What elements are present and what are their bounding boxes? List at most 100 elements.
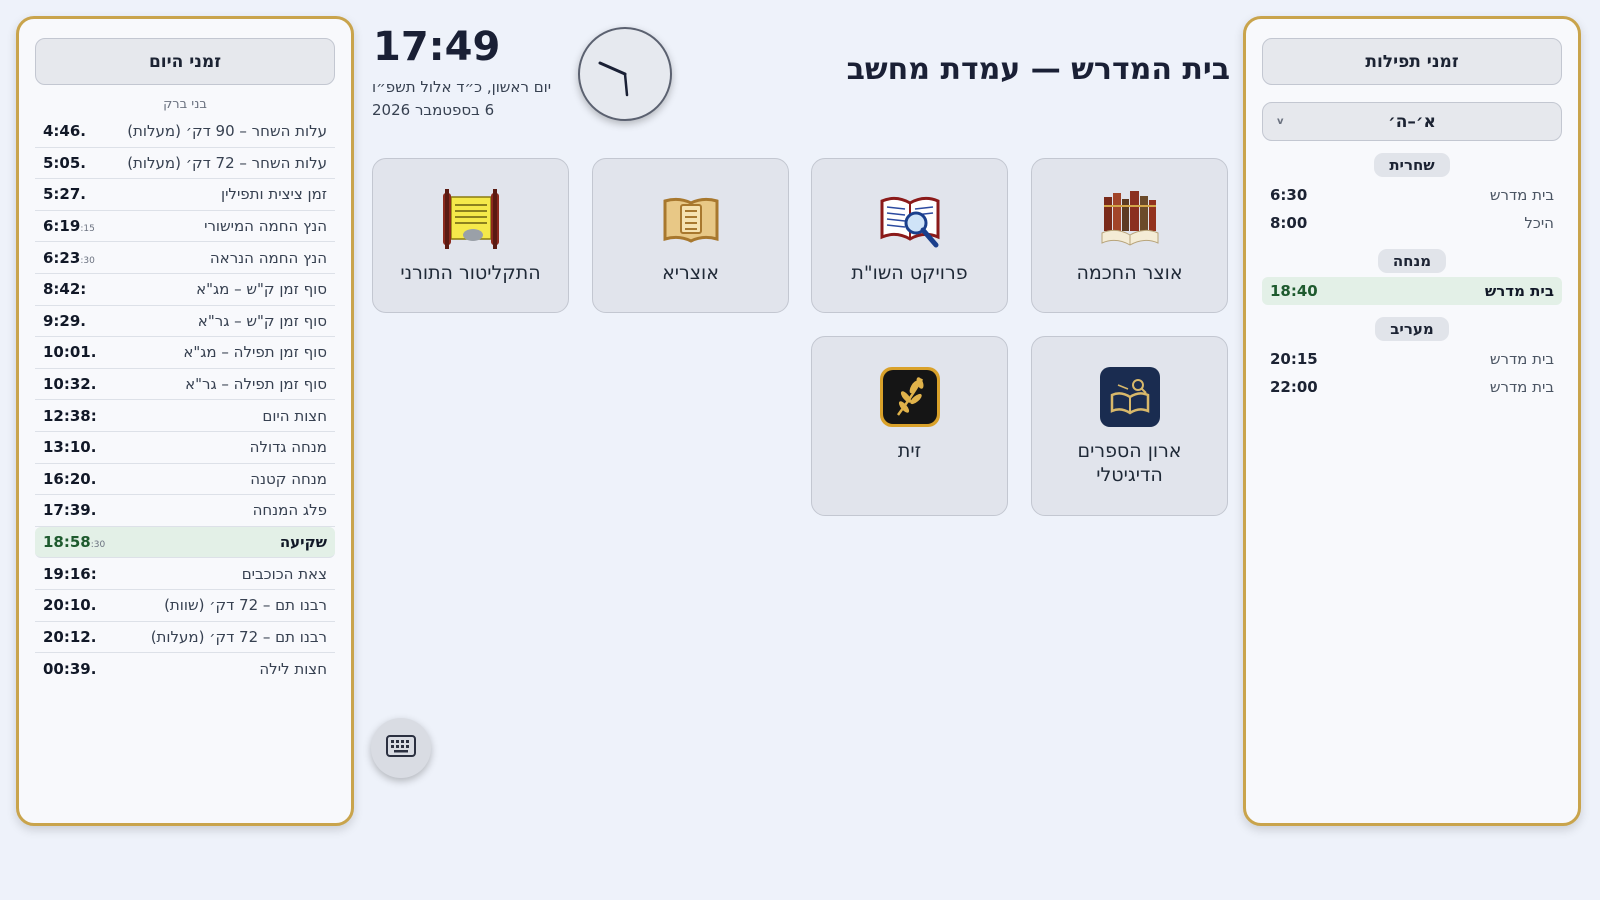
zman-row: סוף זמן תפילה – מג"א 10:01. bbox=[35, 337, 335, 369]
section-shacharit: שחרית bbox=[1374, 153, 1450, 177]
zman-time: 4:46. bbox=[43, 122, 87, 141]
zman-name: סוף זמן ק"ש – מג"א bbox=[196, 280, 327, 299]
prayer-row-next: בית מדרש 18:40 bbox=[1262, 277, 1562, 305]
zman-row: הנץ החמה המישורי 6:19:15 bbox=[35, 211, 335, 243]
zman-name: סוף זמן תפילה – גר"א bbox=[185, 375, 327, 394]
zman-row-current: שקיעה 18:58:30 bbox=[35, 526, 335, 559]
day-selector-dropdown[interactable]: א׳–ה׳ v bbox=[1262, 102, 1562, 141]
zman-name: מנחה גדולה bbox=[249, 438, 327, 457]
zman-name: חצות לילה bbox=[259, 659, 327, 678]
zman-name: עלות השחר – 72 דק׳ (מעלות) bbox=[127, 153, 327, 172]
zman-time: 5:27. bbox=[43, 185, 87, 204]
zman-time: 18:58:30 bbox=[43, 533, 106, 552]
zman-row: מנחה קטנה 16:20. bbox=[35, 464, 335, 496]
prayer-place: בית מדרש bbox=[1484, 282, 1554, 300]
page-title: בית המדרש — עמדת מחשב bbox=[846, 52, 1230, 87]
keyboard-icon bbox=[386, 735, 416, 761]
zman-row: רבנו תם – 72 דק׳ (שוות) 20:10. bbox=[35, 590, 335, 622]
prayer-time: 18:40 bbox=[1270, 282, 1318, 300]
zmanim-panel: זמני היום בני ברק עלות השחר – 90 דק׳ (מע… bbox=[16, 16, 354, 826]
zman-time: 16:20. bbox=[43, 469, 97, 488]
app-tile-shut-project[interactable]: פרויקט השו"ת bbox=[811, 158, 1008, 313]
prayer-row: היכל 8:00 bbox=[1262, 209, 1562, 237]
zman-name: פלג המנחה bbox=[252, 501, 327, 520]
zman-name: זמן ציצית ותפילין bbox=[220, 185, 327, 204]
zman-time: 19:16: bbox=[43, 564, 97, 583]
zman-name: חצות היום bbox=[262, 406, 327, 425]
magnifier-book-icon bbox=[877, 186, 943, 252]
app-tile-digital-bookshelf[interactable]: ארון הספרים הדיגיטלי bbox=[1031, 336, 1228, 516]
prayer-place: בית מדרש bbox=[1489, 378, 1554, 396]
zmanim-list: עלות השחר – 90 דק׳ (מעלות) 4:46. עלות השח… bbox=[35, 116, 335, 685]
zman-row: צאת הכוכבים 19:16: bbox=[35, 558, 335, 590]
zman-row: עלות השחר – 72 דק׳ (מעלות) 5:05. bbox=[35, 148, 335, 180]
zman-name: צאת הכוכבים bbox=[241, 564, 327, 583]
app-tile-zayit[interactable]: זית bbox=[811, 336, 1008, 516]
zman-row: סוף זמן ק"ש – גר"א 9:29. bbox=[35, 306, 335, 338]
prayer-row: בית מדרש 20:15 bbox=[1262, 345, 1562, 373]
zman-time: 13:10. bbox=[43, 438, 97, 457]
keyboard-button[interactable] bbox=[371, 718, 431, 778]
app-label: התקליטור התורני bbox=[400, 262, 541, 284]
prayer-times-title: זמני תפילות bbox=[1262, 38, 1562, 85]
app-label: פרויקט השו"ת bbox=[851, 262, 968, 284]
app-tile-torah-cd[interactable]: התקליטור התורני bbox=[372, 158, 569, 313]
prayer-time: 20:15 bbox=[1270, 350, 1318, 368]
zman-row: סוף זמן תפילה – גר"א 10:32. bbox=[35, 369, 335, 401]
app-tile-otzar-hachochma[interactable]: אוצר החכמה bbox=[1031, 158, 1228, 313]
zman-row: סוף זמן ק"ש – מג"א 8:42: bbox=[35, 274, 335, 306]
zman-row: הנץ החמה הנראה 6:23:30 bbox=[35, 242, 335, 274]
zman-name: הנץ החמה הנראה bbox=[209, 248, 327, 267]
zman-time: 6:23:30 bbox=[43, 248, 95, 267]
olive-branch-icon bbox=[877, 364, 943, 430]
zman-time: 10:01. bbox=[43, 343, 97, 362]
prayer-place: בית מדרש bbox=[1489, 186, 1554, 204]
gold-book-icon bbox=[658, 186, 724, 252]
prayer-times-panel: זמני תפילות א׳–ה׳ v שחרית בית מדרש 6:30 ה… bbox=[1243, 16, 1581, 826]
section-maariv: מעריב bbox=[1375, 317, 1449, 341]
zman-time: 8:42: bbox=[43, 280, 87, 299]
torah-scroll-icon bbox=[438, 186, 504, 252]
digital-bookshelf-icon bbox=[1097, 364, 1163, 430]
zman-time: 20:10. bbox=[43, 596, 97, 615]
zman-name: סוף זמן ק"ש – גר"א bbox=[197, 311, 327, 330]
zman-row: רבנו תם – 72 דק׳ (מעלות) 20:12. bbox=[35, 622, 335, 654]
zman-name: מנחה קטנה bbox=[250, 469, 327, 488]
section-mincha: מנחה bbox=[1377, 249, 1447, 273]
zman-name: סוף זמן תפילה – מג"א bbox=[183, 343, 327, 362]
app-label: אוצר החכמה bbox=[1076, 262, 1183, 284]
day-selector-value: א׳–ה׳ bbox=[1388, 111, 1436, 132]
zman-name: שקיעה bbox=[279, 533, 327, 552]
prayer-row: בית מדרש 22:00 bbox=[1262, 373, 1562, 401]
app-label: זית bbox=[897, 440, 922, 462]
hebrew-date: יום ראשון, כ״ד אלול תשפ״ו bbox=[372, 78, 552, 96]
zmanim-panel-title: זמני היום bbox=[35, 38, 335, 85]
zman-time: 6:19:15 bbox=[43, 217, 95, 236]
location-label: בני ברק bbox=[163, 97, 207, 112]
prayer-row: בית מדרש 6:30 bbox=[1262, 181, 1562, 209]
zman-row: פלג המנחה 17:39. bbox=[35, 495, 335, 527]
analog-clock bbox=[578, 27, 672, 121]
app-label: אוצריא bbox=[662, 262, 719, 284]
app-tile-otzaria[interactable]: אוצריא bbox=[592, 158, 789, 313]
zman-row: חצות היום 12:38: bbox=[35, 400, 335, 432]
zman-name: רבנו תם – 72 דק׳ (שוות) bbox=[164, 596, 327, 615]
zman-name: רבנו תם – 72 דק׳ (מעלות) bbox=[150, 627, 327, 646]
prayer-place: היכל bbox=[1524, 214, 1554, 232]
prayer-place: בית מדרש bbox=[1489, 350, 1554, 368]
zman-time: 10:32. bbox=[43, 375, 97, 394]
zman-row: עלות השחר – 90 דק׳ (מעלות) 4:46. bbox=[35, 116, 335, 148]
app-label: ארון הספרים הדיגיטלי bbox=[1077, 440, 1182, 486]
zman-time: 9:29. bbox=[43, 311, 87, 330]
prayer-time: 6:30 bbox=[1270, 186, 1308, 204]
zman-time: 00:39. bbox=[43, 659, 97, 678]
zman-time: 5:05. bbox=[43, 153, 87, 172]
gregorian-date: 6 בספטמבר 2026 bbox=[372, 101, 495, 119]
digital-clock: 17:49 bbox=[373, 24, 501, 70]
prayer-time: 22:00 bbox=[1270, 378, 1318, 396]
zman-row: מנחה גדולה 13:10. bbox=[35, 432, 335, 464]
zman-time: 17:39. bbox=[43, 501, 97, 520]
zman-name: עלות השחר – 90 דק׳ (מעלות) bbox=[127, 122, 327, 141]
zman-row: חצות לילה 00:39. bbox=[35, 653, 335, 685]
books-icon bbox=[1097, 186, 1163, 252]
